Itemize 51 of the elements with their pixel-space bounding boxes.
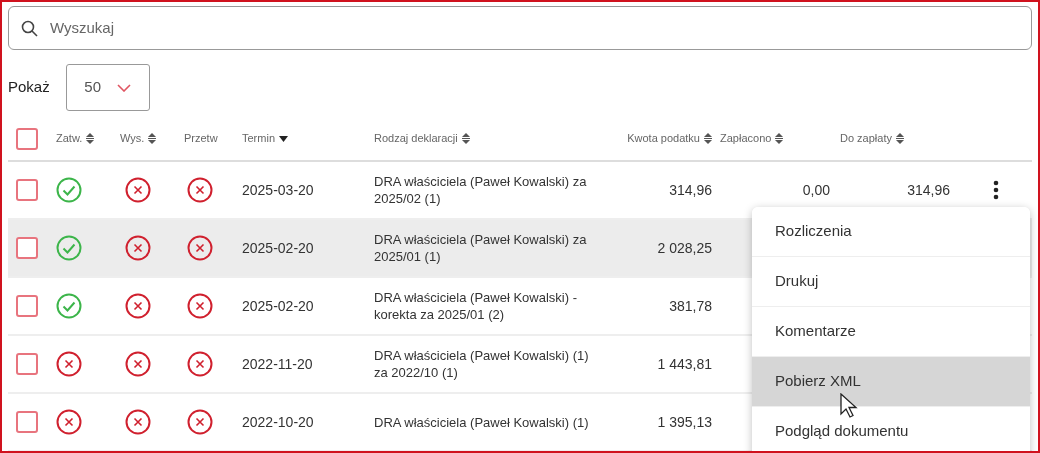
declaration-type-cell-text: DRA właściciela (Paweł Kowalski) za 2025/02 (1) bbox=[374, 173, 588, 207]
deadline-cell: 2025-03-20 bbox=[242, 182, 314, 198]
declaration-type-cell-text: DRA właściciela (Paweł Kowalski) (1) za 2022/10 (1) bbox=[374, 347, 590, 381]
tax-amount-cell: 2 028,25 bbox=[657, 240, 712, 256]
search-icon bbox=[21, 19, 38, 37]
tax-amount-cell: 381,78 bbox=[669, 298, 712, 314]
checkbox[interactable] bbox=[16, 353, 38, 375]
declaration-type-cell-text: DRA właściciela (Paweł Kowalski) (1) bbox=[374, 413, 590, 431]
show-label: Pokaż bbox=[8, 77, 50, 98]
checkbox[interactable] bbox=[16, 237, 38, 259]
checkbox[interactable] bbox=[16, 127, 38, 150]
deadline-cell: 2022-11-20 bbox=[242, 356, 313, 372]
deadline-cell: 2025-02-20 bbox=[242, 240, 314, 256]
checkbox[interactable] bbox=[16, 411, 38, 433]
menu-item[interactable]: Pobierz XML bbox=[752, 357, 1030, 407]
checkbox[interactable] bbox=[16, 179, 38, 201]
menu-item[interactable]: Podgląd dokumentu bbox=[752, 407, 1030, 451]
column-header[interactable]: Zapłacono bbox=[720, 130, 772, 147]
deadline-cell: 2025-02-20 bbox=[242, 298, 314, 314]
column-header[interactable]: Rodzaj deklaracji bbox=[374, 130, 458, 147]
tax-amount-cell: 1 395,13 bbox=[657, 414, 712, 430]
amount-due-cell: 314,96 bbox=[907, 182, 950, 198]
paid-cell: 0,00 bbox=[802, 182, 830, 198]
declaration-type-cell-text: DRA właściciela (Paweł Kowalski) - korekta za 2025/01 (2) bbox=[374, 289, 578, 323]
sort-icon[interactable] bbox=[775, 133, 784, 144]
checkbox[interactable] bbox=[16, 295, 38, 317]
tax-amount-cell: 314,96 bbox=[669, 182, 712, 198]
sort-icon[interactable] bbox=[148, 133, 157, 144]
search-field[interactable]: Wyszukaj bbox=[8, 6, 1032, 50]
page-size-select[interactable]: 50 bbox=[65, 64, 150, 111]
search-input[interactable]: Wyszukaj bbox=[50, 16, 1019, 40]
tax-amount-cell: 1 443,81 bbox=[657, 356, 712, 372]
menu-item[interactable]: Komentarze bbox=[752, 307, 1030, 357]
column-header[interactable]: Przetw bbox=[184, 130, 218, 147]
mouse-pointer-icon bbox=[840, 393, 860, 419]
column-header[interactable]: Termin bbox=[242, 130, 275, 147]
deadline-cell: 2022-10-20 bbox=[242, 414, 314, 430]
sort-icon[interactable] bbox=[896, 133, 904, 144]
menu-item[interactable]: Rozliczenia bbox=[752, 207, 1030, 257]
declaration-type-cell-text: DRA właściciela (Paweł Kowalski) za 2025/01 (1) bbox=[374, 231, 588, 265]
sort-icon[interactable] bbox=[461, 133, 470, 144]
more-vertical-icon[interactable] bbox=[993, 180, 999, 200]
chevron-down-icon bbox=[117, 83, 132, 92]
column-header[interactable]: Kwota podatku bbox=[627, 130, 700, 147]
sort-descending-icon[interactable] bbox=[279, 135, 288, 142]
column-header[interactable]: Zatw. bbox=[56, 130, 83, 147]
menu-item[interactable]: Drukuj bbox=[752, 257, 1030, 307]
column-header[interactable]: Wys. bbox=[120, 130, 145, 147]
sort-icon[interactable] bbox=[704, 133, 712, 144]
column-header[interactable]: Do zapłaty bbox=[840, 130, 892, 147]
sort-icon[interactable] bbox=[86, 133, 95, 144]
